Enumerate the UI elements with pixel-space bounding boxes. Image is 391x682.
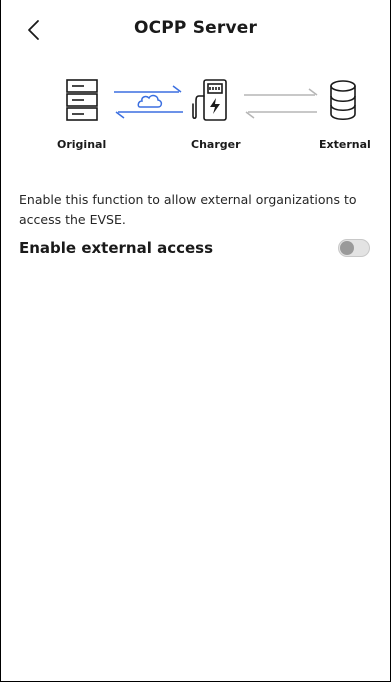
header: OCPP Server — [1, 0, 390, 60]
node-label-original: Original — [57, 138, 107, 151]
diagram-graphic — [66, 79, 356, 121]
toggle-knob — [340, 241, 354, 255]
cloud-icon — [137, 94, 163, 108]
node-label-charger: Charger — [191, 138, 241, 151]
external-access-description: Enable this function to allow external o… — [19, 192, 357, 227]
external-access-row: Enable external access — [19, 233, 370, 263]
lightning-icon — [210, 98, 220, 114]
charging-station-icon — [192, 79, 227, 121]
external-access-label: Enable external access — [19, 239, 214, 257]
server-rack-icon — [66, 79, 98, 121]
link-charger-external — [244, 88, 318, 119]
database-icon — [330, 80, 356, 121]
ocpp-server-screen: OCPP Server Original Charger External En… — [0, 0, 391, 682]
external-access-toggle[interactable] — [338, 239, 370, 257]
node-label-external: External — [319, 138, 371, 151]
page-title: OCPP Server — [133, 18, 258, 38]
connection-diagram: Original Charger External — [1, 74, 390, 154]
